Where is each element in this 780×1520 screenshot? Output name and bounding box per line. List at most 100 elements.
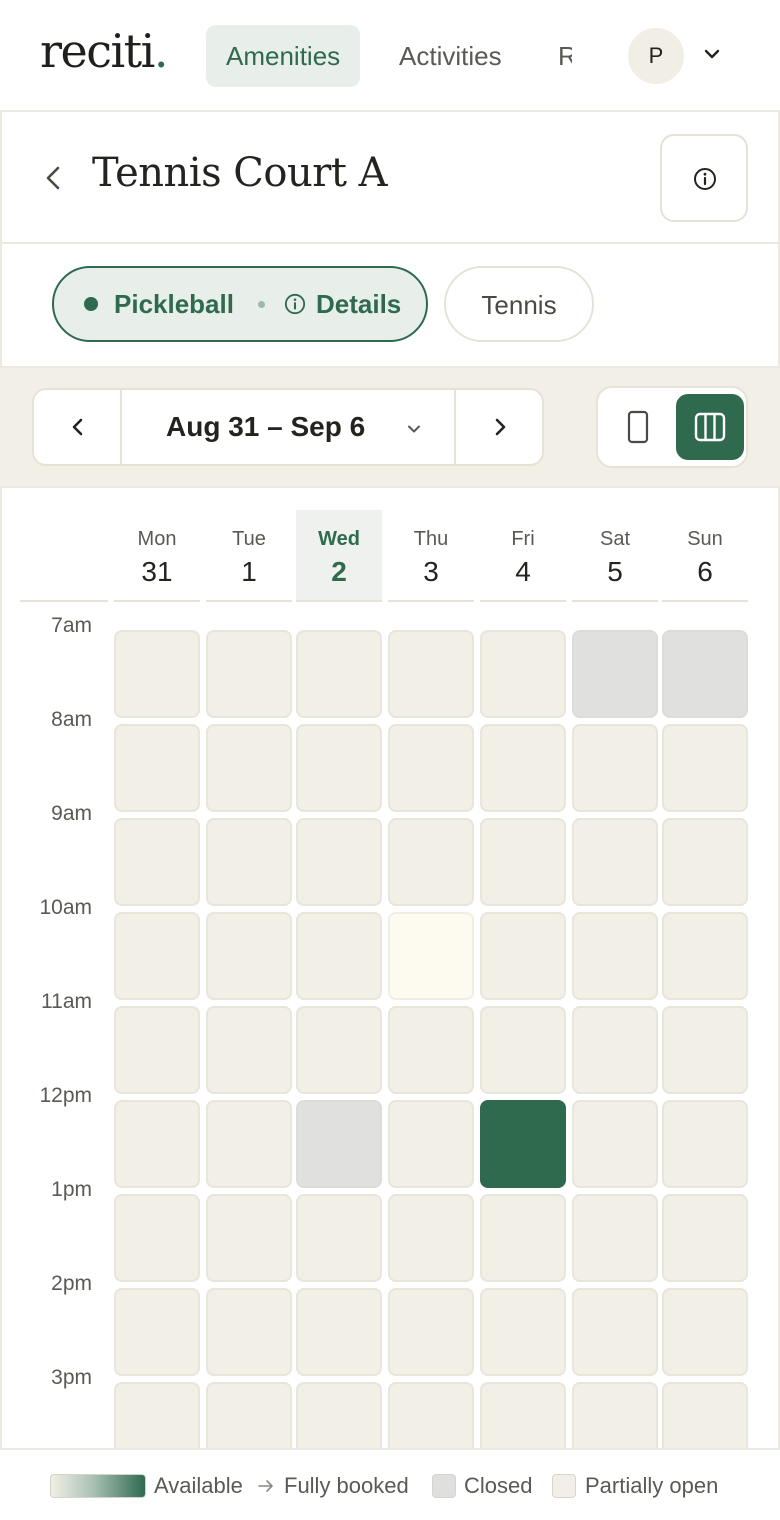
time-slot-partial[interactable]	[296, 1288, 382, 1376]
time-slot-partial[interactable]	[114, 1194, 200, 1282]
day-header-thu[interactable]: Thu 3	[388, 510, 474, 602]
time-slot-partial[interactable]	[388, 1382, 474, 1448]
columns-icon	[694, 412, 726, 442]
day-number: 5	[607, 556, 623, 587]
page-header: Tennis Court A	[0, 112, 780, 244]
chip-tennis[interactable]: Tennis	[444, 266, 594, 342]
chevron-right-icon	[495, 418, 506, 436]
day-header-tue[interactable]: Tue 1	[206, 510, 292, 602]
day-header-wed[interactable]: Wed 2	[296, 510, 382, 602]
chevron-down-icon[interactable]	[700, 42, 724, 66]
legend-available: Available	[154, 1473, 243, 1498]
time-slot-partial[interactable]	[572, 1194, 658, 1282]
partially-open-swatch	[552, 1474, 576, 1498]
time-slot-partial[interactable]	[662, 724, 748, 812]
time-label: 1pm	[51, 1178, 92, 1201]
day-name: Tue	[232, 528, 266, 550]
time-slot-partial[interactable]	[662, 1006, 748, 1094]
info-button[interactable]	[660, 134, 748, 222]
time-slot-partial[interactable]	[480, 724, 566, 812]
time-slot-partial[interactable]	[388, 630, 474, 718]
time-slot-partial[interactable]	[206, 630, 292, 718]
time-slot-partial[interactable]	[296, 1382, 382, 1448]
time-slot-partial[interactable]	[206, 1194, 292, 1282]
time-slot-available[interactable]	[388, 912, 474, 1000]
time-slot-partial[interactable]	[480, 1382, 566, 1448]
day-number: 2	[331, 556, 347, 587]
time-slot-partial[interactable]	[662, 1382, 748, 1448]
top-navigation: reciti. Amenities Activities R P	[0, 0, 780, 112]
time-slot-partial[interactable]	[114, 1288, 200, 1376]
time-slot-partial[interactable]	[662, 1288, 748, 1376]
time-slot-partial[interactable]	[572, 1006, 658, 1094]
time-slot-partial[interactable]	[296, 912, 382, 1000]
nav-tab-truncated[interactable]: R	[540, 25, 572, 87]
chevron-left-icon	[72, 418, 83, 436]
week-range-dropdown[interactable]: Aug 31 – Sep 6	[122, 390, 454, 464]
chip-pickleball[interactable]: Pickleball Details	[52, 266, 428, 342]
time-slot-partial[interactable]	[480, 818, 566, 906]
time-slot-partial[interactable]	[572, 1288, 658, 1376]
time-slot-partial[interactable]	[388, 1288, 474, 1376]
user-avatar[interactable]: P	[628, 28, 684, 84]
time-slot-partial[interactable]	[572, 912, 658, 1000]
time-slot-partial[interactable]	[480, 912, 566, 1000]
time-slot-partial[interactable]	[388, 1100, 474, 1188]
day-header-fri[interactable]: Fri 4	[480, 510, 566, 602]
time-slot-partial[interactable]	[114, 1382, 200, 1448]
day-number: 4	[515, 556, 531, 587]
time-slot-partial[interactable]	[572, 724, 658, 812]
day-header-mon[interactable]: Mon 31	[114, 510, 200, 602]
time-slot-partial[interactable]	[480, 630, 566, 718]
next-week-button[interactable]	[454, 390, 542, 464]
time-label: 2pm	[51, 1272, 92, 1295]
time-slot-partial[interactable]	[114, 630, 200, 718]
time-slot-partial[interactable]	[388, 724, 474, 812]
chip-pickleball-label: Pickleball	[114, 289, 234, 319]
nav-tab-activities[interactable]: Activities	[379, 25, 522, 87]
time-slot-partial[interactable]	[662, 912, 748, 1000]
time-slot-partial[interactable]	[206, 1100, 292, 1188]
back-chevron-icon[interactable]	[38, 160, 68, 196]
time-slot-partial[interactable]	[388, 1194, 474, 1282]
time-slot-partial[interactable]	[206, 912, 292, 1000]
day-header-sat[interactable]: Sat 5	[572, 510, 658, 602]
time-slot-partial[interactable]	[206, 1382, 292, 1448]
time-slot-partial[interactable]	[114, 818, 200, 906]
time-slot-partial[interactable]	[296, 630, 382, 718]
separator-dot	[258, 301, 265, 308]
week-view-button[interactable]	[676, 394, 744, 460]
time-slot-partial[interactable]	[114, 912, 200, 1000]
day-name: Wed	[318, 528, 360, 550]
time-slot-partial[interactable]	[114, 724, 200, 812]
previous-week-button[interactable]	[34, 390, 122, 464]
time-slot-partial[interactable]	[206, 1006, 292, 1094]
time-slot-partial[interactable]	[572, 1100, 658, 1188]
time-slot-partial[interactable]	[114, 1006, 200, 1094]
time-slot-partial[interactable]	[206, 1288, 292, 1376]
time-slot-partial[interactable]	[296, 1006, 382, 1094]
time-slot-partial[interactable]	[206, 818, 292, 906]
time-slot-partial[interactable]	[480, 1288, 566, 1376]
time-slot-partial[interactable]	[114, 1100, 200, 1188]
day-header-sun[interactable]: Sun 6	[662, 510, 748, 602]
time-slot-partial[interactable]	[206, 724, 292, 812]
reciti-logo[interactable]: reciti.	[40, 24, 169, 78]
time-slot-partial[interactable]	[662, 1194, 748, 1282]
time-slot-partial[interactable]	[388, 818, 474, 906]
time-slot-partial[interactable]	[480, 1006, 566, 1094]
time-slot-partial[interactable]	[296, 1194, 382, 1282]
time-slot-partial[interactable]	[296, 724, 382, 812]
day-view-button[interactable]	[604, 394, 672, 460]
time-slot-booked[interactable]	[480, 1100, 566, 1188]
time-slot-partial[interactable]	[662, 1100, 748, 1188]
time-slot-partial[interactable]	[388, 1006, 474, 1094]
legend-closed: Closed	[464, 1473, 533, 1498]
time-slot-partial[interactable]	[572, 1382, 658, 1448]
time-slot-partial[interactable]	[296, 818, 382, 906]
nav-tab-amenities[interactable]: Amenities	[206, 25, 361, 87]
time-slot-partial[interactable]	[662, 818, 748, 906]
details-link[interactable]: Details	[316, 268, 401, 340]
time-slot-partial[interactable]	[480, 1194, 566, 1282]
time-slot-partial[interactable]	[572, 818, 658, 906]
